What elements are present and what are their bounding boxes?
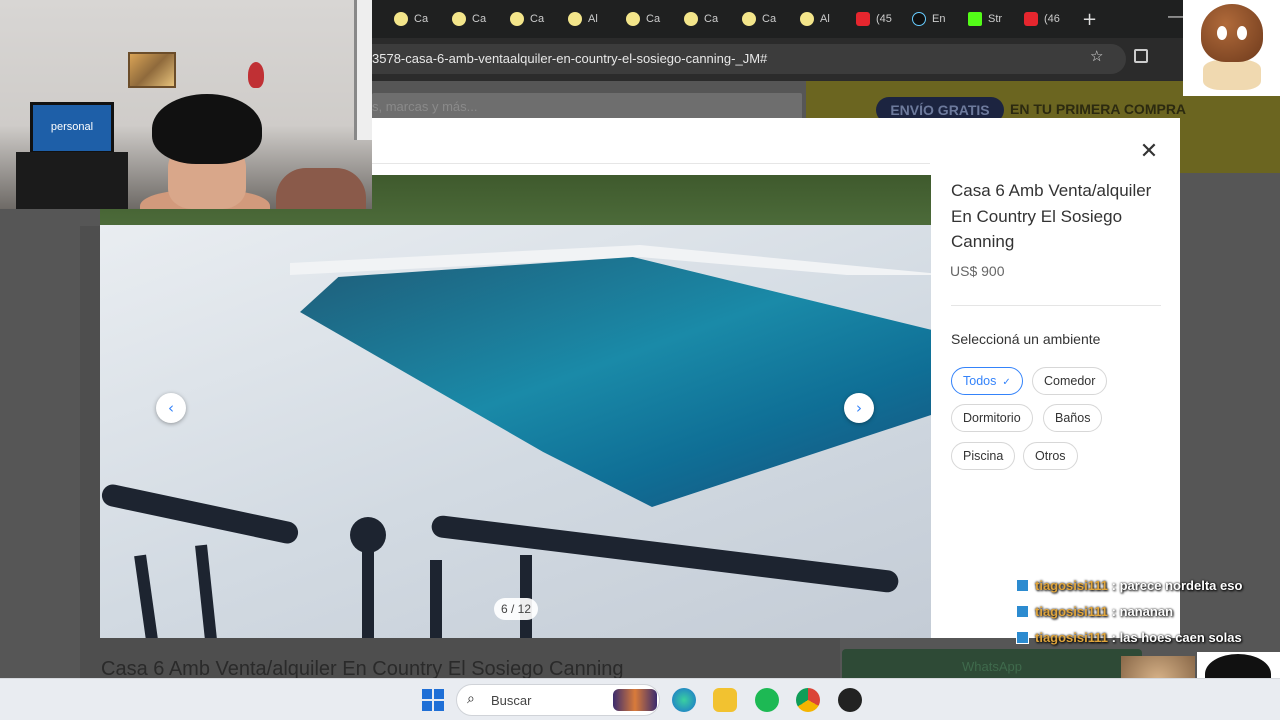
promo-text: EN TU PRIMERA COMPRA [1010, 101, 1187, 117]
kick-icon [968, 12, 982, 26]
browser-tab[interactable]: Al [800, 8, 830, 30]
mercadolibre-icon [742, 12, 756, 26]
browser-tab[interactable]: Ca [510, 8, 544, 30]
check-icon: ✓ [1002, 377, 1011, 388]
wall-painting [128, 52, 176, 88]
file-explorer-icon[interactable] [713, 688, 737, 712]
gallery-counter: 6 / 12 [494, 598, 538, 620]
browser-tab[interactable]: Al [568, 8, 598, 30]
price-label: US$ 900 [950, 263, 1005, 279]
gallery-side-panel: ✕ Casa 6 Amb Venta/alquiler En Country E… [950, 118, 1180, 638]
divider [951, 305, 1161, 306]
search-icon: ⌕ [467, 691, 475, 707]
minimize-icon[interactable]: — [1168, 8, 1184, 26]
bucket-hat [152, 94, 262, 164]
browser-tab[interactable]: Ca [394, 8, 428, 30]
close-icon[interactable]: ✕ [1138, 141, 1160, 163]
spotify-icon[interactable] [755, 688, 779, 712]
chip-comedor[interactable]: Comedor [1032, 367, 1108, 395]
browser-tab-strip: Ca Ca Ca Al Ca Ca Ca Al (45 En Str (46 +… [372, 0, 1280, 38]
goomba-overlay [1183, 0, 1280, 96]
bookmark-star-icon[interactable]: ☆ [1090, 47, 1103, 65]
url-field[interactable]: 3578-casa-6-amb-ventaalquiler-en-country… [372, 44, 1126, 74]
chip-piscina[interactable]: Piscina [951, 442, 1016, 470]
tiktok-icon [912, 12, 926, 26]
gallery-prev-button[interactable]: ‹ [156, 393, 186, 423]
browser-tab[interactable]: En [912, 8, 945, 30]
mercadolibre-icon [394, 12, 408, 26]
gallery-photo[interactable] [100, 175, 931, 638]
mercadolibre-icon [800, 12, 814, 26]
mercadolibre-icon [568, 12, 582, 26]
extensions-icon[interactable] [1134, 49, 1148, 63]
subscriber-badge-icon [1016, 631, 1029, 644]
browser-tab[interactable]: Ca [626, 8, 660, 30]
chat-message: tiagosisi111 : parece nordelta eso [1016, 578, 1280, 604]
tv-screen: personal [30, 102, 114, 154]
gallery-next-button[interactable]: › [844, 393, 874, 423]
hanging-cap [248, 62, 264, 88]
taskbar-search[interactable]: ⌕ Buscar [456, 684, 660, 716]
browser-tab[interactable]: (45 [856, 8, 892, 30]
browser-tab[interactable]: Str [968, 8, 1002, 30]
windows-start-icon[interactable] [422, 689, 444, 711]
chair [276, 168, 366, 209]
mercadolibre-icon [452, 12, 466, 26]
webcam-overlay: personal [0, 0, 372, 209]
browser-tab[interactable]: Ca [452, 8, 486, 30]
youtube-icon [1024, 12, 1038, 26]
mercadolibre-icon [684, 12, 698, 26]
desk [16, 152, 128, 209]
panel-title: Casa 6 Amb Venta/alquiler En Country El … [951, 181, 1152, 251]
youtube-icon [856, 12, 870, 26]
section-label: Seleccioná un ambiente [951, 331, 1101, 347]
page-search-input[interactable]: s, marcas y más... [372, 93, 802, 121]
subscriber-badge-icon [1016, 605, 1029, 618]
obs-icon[interactable] [838, 688, 862, 712]
chat-message: tiagosisi111 : nananan [1016, 604, 1280, 630]
mercadolibre-icon [510, 12, 524, 26]
mercadolibre-icon [626, 12, 640, 26]
chip-todos[interactable]: Todos ✓ [951, 367, 1023, 395]
chip-banos[interactable]: Baños [1043, 404, 1103, 432]
stream-chat: tiagosisi111 : parece nordelta eso tiago… [1016, 578, 1280, 656]
search-highlight-image [613, 689, 657, 711]
address-bar: 3578-casa-6-amb-ventaalquiler-en-country… [372, 38, 1280, 81]
chrome-icon[interactable] [796, 688, 820, 712]
taskbar: ⌕ Buscar [0, 678, 1280, 720]
browser-tab[interactable]: (46 [1024, 8, 1060, 30]
goomba-icon [1201, 4, 1263, 62]
new-tab-button[interactable]: + [1082, 9, 1097, 30]
modal-top-bar [372, 118, 930, 164]
chip-otros[interactable]: Otros [1023, 442, 1078, 470]
browser-tab[interactable]: Ca [742, 8, 776, 30]
browser-tab[interactable]: Ca [684, 8, 718, 30]
subscriber-badge-icon [1016, 579, 1029, 592]
edge-icon[interactable] [672, 688, 696, 712]
door [354, 0, 372, 140]
chip-dormitorio[interactable]: Dormitorio [951, 404, 1033, 432]
